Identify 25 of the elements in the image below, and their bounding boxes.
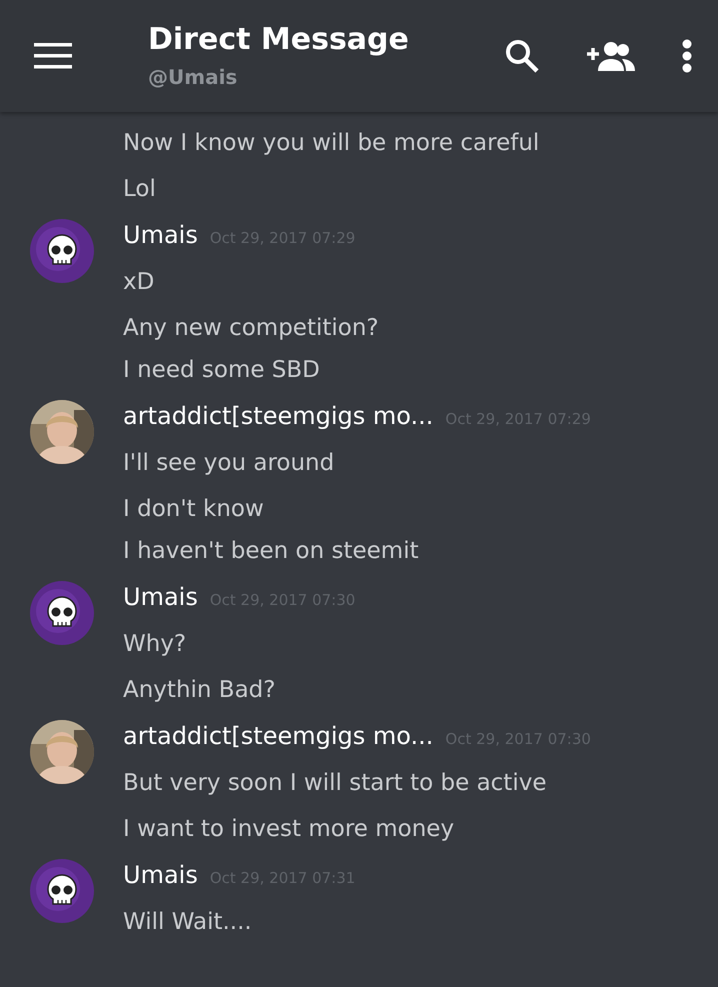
message-text: But very soon I will start to be active: [123, 769, 548, 798]
channel-username: @Umais: [148, 64, 238, 91]
menu-icon: [34, 42, 72, 70]
search-icon: [504, 38, 540, 74]
message-text: Why?: [123, 630, 188, 659]
message-text: I'll see you around: [123, 449, 336, 478]
message-text: Lol: [123, 175, 157, 204]
message-text: Any new competition? I need some SBD: [123, 314, 379, 385]
author-name[interactable]: Umais: [123, 583, 198, 611]
author-name[interactable]: artaddict[steemgigs mo...: [123, 722, 434, 750]
skull-avatar-icon: [30, 219, 94, 283]
more-icon: [682, 39, 692, 73]
message-text: Will Wait....: [123, 908, 253, 937]
author-name[interactable]: artaddict[steemgigs mo...: [123, 402, 434, 430]
skull-avatar-icon: [30, 859, 94, 923]
message-text: I don't know I haven't been on steemit: [123, 495, 420, 566]
author-name[interactable]: Umais: [123, 861, 198, 889]
add-people-icon: [586, 41, 636, 71]
author-name[interactable]: Umais: [123, 221, 198, 249]
message-text: I want to invest more money: [123, 815, 456, 844]
message-text: xD: [123, 268, 156, 297]
message-text: Anythin Bad?: [123, 676, 276, 705]
skull-avatar-icon: [30, 581, 94, 645]
channel-title: Direct Message: [148, 21, 410, 59]
message-text: Now I know you will be more careful: [123, 129, 540, 158]
